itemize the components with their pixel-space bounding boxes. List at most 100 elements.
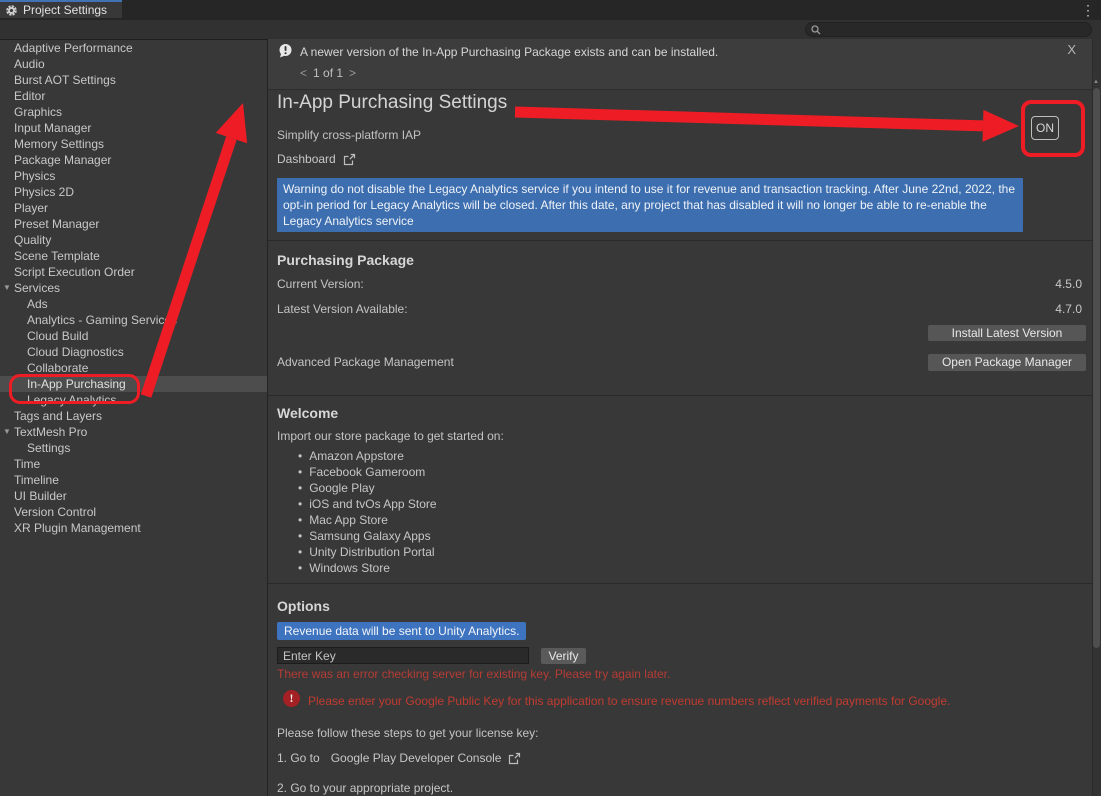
step1-prefix: 1. Go to bbox=[277, 751, 320, 765]
sidebar-item-xr-plugin-management[interactable]: XR Plugin Management bbox=[0, 520, 267, 536]
latest-version-value: 4.7.0 bbox=[868, 302, 1082, 316]
sidebar-item-cloud-diagnostics[interactable]: Cloud Diagnostics bbox=[0, 344, 267, 360]
sidebar-item-ui-builder[interactable]: UI Builder bbox=[0, 488, 267, 504]
sidebar-item-scene-template[interactable]: Scene Template bbox=[0, 248, 267, 264]
sidebar-item-time[interactable]: Time bbox=[0, 456, 267, 472]
scrollbar-thumb[interactable] bbox=[1093, 88, 1100, 648]
sidebar-item-version-control[interactable]: Version Control bbox=[0, 504, 267, 520]
store-list-item: Facebook Gameroom bbox=[298, 464, 437, 480]
sidebar-item-label: Services bbox=[14, 281, 60, 295]
iap-on-toggle-button[interactable]: ON bbox=[1031, 116, 1059, 140]
banner-message: A newer version of the In-App Purchasing… bbox=[300, 45, 718, 59]
sidebar-item-quality[interactable]: Quality bbox=[0, 232, 267, 248]
sidebar-item-adaptive-performance[interactable]: Adaptive Performance bbox=[0, 40, 267, 56]
vertical-scrollbar[interactable]: ▲ bbox=[1092, 39, 1101, 796]
sidebar-item-label: Editor bbox=[14, 89, 45, 103]
revenue-note-highlight: Revenue data will be sent to Unity Analy… bbox=[277, 622, 526, 640]
sidebar-item-label: Ads bbox=[27, 297, 48, 311]
pager-next-icon[interactable]: > bbox=[349, 66, 356, 80]
current-version-label: Current Version: bbox=[277, 277, 364, 291]
dashboard-label: Dashboard bbox=[277, 152, 336, 166]
sidebar-item-player[interactable]: Player bbox=[0, 200, 267, 216]
search-input[interactable] bbox=[825, 23, 1079, 37]
tab-project-settings[interactable]: Project Settings bbox=[0, 0, 122, 18]
toolbar bbox=[0, 20, 1101, 40]
sidebar-item-analytics-gaming-services[interactable]: Analytics - Gaming Services bbox=[0, 312, 267, 328]
sidebar-item-label: Graphics bbox=[14, 105, 62, 119]
sidebar-item-label: Quality bbox=[14, 233, 51, 247]
sidebar-item-memory-settings[interactable]: Memory Settings bbox=[0, 136, 267, 152]
project-settings-window: Project Settings ⋮ Adaptive PerformanceA… bbox=[0, 0, 1101, 796]
sidebar-item-script-execution-order[interactable]: Script Execution Order bbox=[0, 264, 267, 280]
sidebar-item-label: Preset Manager bbox=[14, 217, 99, 231]
sidebar-item-label: Analytics - Gaming Services bbox=[27, 313, 177, 327]
sidebar-item-package-manager[interactable]: Package Manager bbox=[0, 152, 267, 168]
sidebar-item-label: Cloud Diagnostics bbox=[27, 345, 124, 359]
sidebar-item-audio[interactable]: Audio bbox=[0, 56, 267, 72]
title-bar: Project Settings ⋮ bbox=[0, 0, 1101, 20]
kebab-menu-icon[interactable]: ⋮ bbox=[1081, 1, 1095, 19]
pager-text: 1 of 1 bbox=[313, 66, 343, 80]
gear-icon bbox=[5, 4, 18, 17]
sidebar-item-legacy-analytics[interactable]: Legacy Analytics bbox=[0, 392, 267, 408]
search-icon bbox=[811, 25, 821, 35]
sidebar-item-label: In-App Purchasing bbox=[27, 377, 126, 391]
sidebar-item-physics[interactable]: Physics bbox=[0, 168, 267, 184]
expander-icon[interactable]: ▼ bbox=[3, 424, 11, 440]
search-box[interactable] bbox=[805, 22, 1092, 37]
sidebar-item-label: Time bbox=[14, 457, 40, 471]
purchasing-package-heading: Purchasing Package bbox=[277, 252, 414, 268]
store-list-item: Samsung Galaxy Apps bbox=[298, 528, 437, 544]
google-play-console-link[interactable]: Google Play Developer Console bbox=[331, 751, 502, 765]
store-list-item: Unity Distribution Portal bbox=[298, 544, 437, 560]
sidebar-item-label: Legacy Analytics bbox=[27, 393, 116, 407]
license-step-1: 1. Go to Google Play Developer Console bbox=[277, 751, 521, 765]
google-key-input[interactable] bbox=[277, 647, 529, 664]
expander-icon[interactable]: ▼ bbox=[3, 280, 11, 296]
update-notification-banner: A newer version of the In-App Purchasing… bbox=[268, 39, 1092, 90]
scroll-up-icon[interactable]: ▲ bbox=[1092, 79, 1100, 85]
sidebar-item-cloud-build[interactable]: Cloud Build bbox=[0, 328, 267, 344]
banner-pager: < 1 of 1 > bbox=[300, 66, 356, 80]
store-list-item: Mac App Store bbox=[298, 512, 437, 528]
open-package-manager-button[interactable]: Open Package Manager bbox=[927, 353, 1087, 372]
sidebar-item-services[interactable]: ▼Services bbox=[0, 280, 267, 296]
window-title: Project Settings bbox=[23, 3, 107, 17]
sidebar-item-input-manager[interactable]: Input Manager bbox=[0, 120, 267, 136]
sidebar-item-burst-aot-settings[interactable]: Burst AOT Settings bbox=[0, 72, 267, 88]
legacy-analytics-warning: Warning do not disable the Legacy Analyt… bbox=[277, 178, 1023, 232]
sidebar-item-preset-manager[interactable]: Preset Manager bbox=[0, 216, 267, 232]
key-check-error-text: There was an error checking server for e… bbox=[277, 667, 670, 681]
sidebar-item-in-app-purchasing[interactable]: In-App Purchasing bbox=[0, 376, 267, 392]
close-icon[interactable]: X bbox=[1067, 42, 1076, 57]
dashboard-link[interactable]: Dashboard bbox=[277, 152, 356, 166]
license-step-2: 2. Go to your appropriate project. bbox=[277, 781, 453, 795]
sidebar-item-editor[interactable]: Editor bbox=[0, 88, 267, 104]
sidebar-item-label: Physics 2D bbox=[14, 185, 74, 199]
sidebar-item-label: Timeline bbox=[14, 473, 59, 487]
current-version-value: 4.5.0 bbox=[868, 277, 1082, 291]
welcome-heading: Welcome bbox=[277, 405, 338, 421]
verify-button[interactable]: Verify bbox=[540, 647, 587, 665]
page-subtitle: Simplify cross-platform IAP bbox=[277, 128, 421, 142]
sidebar-item-ads[interactable]: Ads bbox=[0, 296, 267, 312]
sidebar-item-label: Script Execution Order bbox=[14, 265, 135, 279]
sidebar-item-tags-and-layers[interactable]: Tags and Layers bbox=[0, 408, 267, 424]
sidebar-item-collaborate[interactable]: Collaborate bbox=[0, 360, 267, 376]
sidebar-item-physics-2d[interactable]: Physics 2D bbox=[0, 184, 267, 200]
sidebar-item-label: Memory Settings bbox=[14, 137, 104, 151]
sidebar-item-graphics[interactable]: Graphics bbox=[0, 104, 267, 120]
sidebar-item-timeline[interactable]: Timeline bbox=[0, 472, 267, 488]
options-heading: Options bbox=[277, 598, 330, 614]
sidebar-item-label: Package Manager bbox=[14, 153, 111, 167]
sidebar-item-textmesh-pro[interactable]: ▼TextMesh Pro bbox=[0, 424, 267, 440]
store-list: Amazon AppstoreFacebook GameroomGoogle P… bbox=[298, 448, 437, 576]
sidebar-item-label: Cloud Build bbox=[27, 329, 88, 343]
sidebar-item-label: Burst AOT Settings bbox=[14, 73, 116, 87]
pager-prev-icon[interactable]: < bbox=[300, 66, 307, 80]
alert-bubble-icon bbox=[278, 43, 293, 61]
store-list-item: Amazon Appstore bbox=[298, 448, 437, 464]
error-info-icon: ! bbox=[283, 690, 300, 707]
install-latest-version-button[interactable]: Install Latest Version bbox=[927, 324, 1087, 342]
sidebar-item-settings[interactable]: Settings bbox=[0, 440, 267, 456]
